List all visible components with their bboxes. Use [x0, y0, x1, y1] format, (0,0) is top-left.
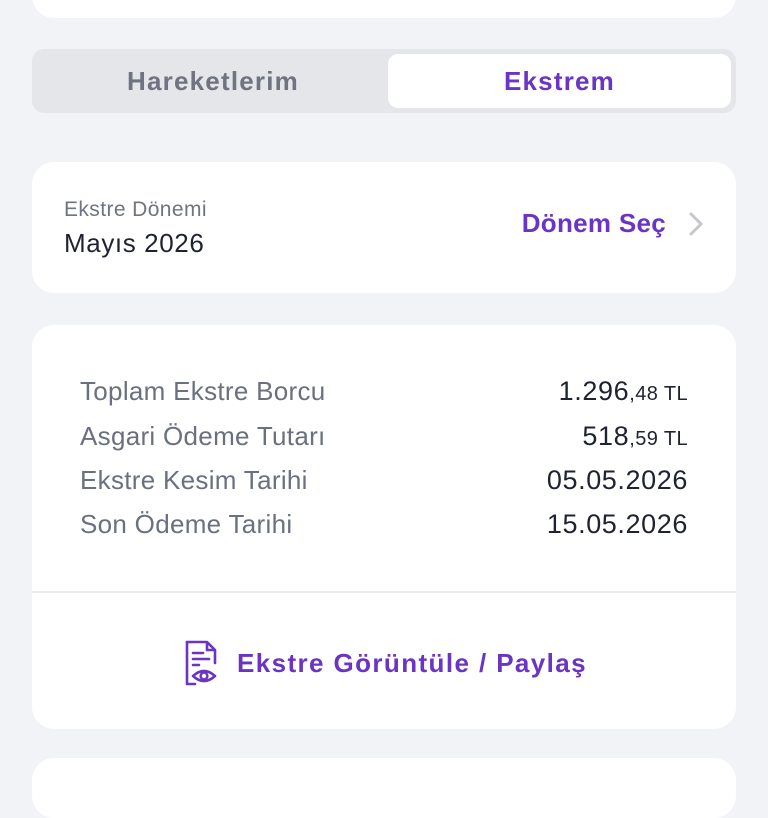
tab-ekstrem-label: Ekstrem — [503, 65, 616, 96]
minimum-payment-value-decimal: ,59 TL — [629, 427, 688, 450]
summary-row-due-date: Son Ödeme Tarihi 15.05.2026 — [80, 506, 688, 542]
statement-period-card: Ekstre Dönemi Mayıs 2026 Dönem Seç — [32, 162, 736, 293]
tab-hareketlerim[interactable]: Hareketlerim — [38, 54, 388, 108]
view-share-statement-label: Ekstre Görüntüle / Paylaş — [236, 647, 587, 678]
statement-date-label: Ekstre Kesim Tarihi — [80, 464, 308, 495]
chevron-right-icon — [689, 212, 703, 235]
next-card — [32, 758, 736, 818]
summary-divider — [32, 591, 736, 593]
view-share-statement-button[interactable]: Ekstre Görüntüle / Paylaş — [32, 637, 736, 689]
tab-hareketlerim-label: Hareketlerim — [127, 65, 299, 96]
statement-date-value-main: 05.05.2026 — [546, 464, 688, 495]
total-debt-label: Toplam Ekstre Borcu — [80, 375, 326, 406]
tab-ekstrem[interactable]: Ekstrem — [388, 54, 731, 108]
minimum-payment-label: Asgari Ödeme Tutarı — [80, 420, 326, 451]
minimum-payment-value-main: 518 — [582, 420, 630, 451]
statement-summary-card: Toplam Ekstre Borcu 1.296,48 TL Asgari Ö… — [32, 325, 736, 729]
document-view-icon — [185, 640, 217, 686]
select-period-button[interactable]: Dönem Seç — [522, 208, 704, 239]
summary-row-statement-date: Ekstre Kesim Tarihi 05.05.2026 — [80, 462, 688, 498]
total-debt-value-decimal: ,48 TL — [629, 382, 688, 405]
statement-date-value: 05.05.2026 — [547, 465, 688, 496]
previous-card — [32, 0, 736, 18]
select-period-label: Dönem Seç — [521, 208, 666, 238]
total-debt-value: 1.296,48 TL — [559, 376, 688, 407]
due-date-value: 15.05.2026 — [547, 509, 688, 540]
statement-period-value: Mayıs 2026 — [64, 228, 205, 258]
total-debt-value-main: 1.296 — [558, 375, 630, 406]
summary-row-minimum-payment: Asgari Ödeme Tutarı 518,59 TL — [80, 418, 688, 454]
summary-row-total-debt: Toplam Ekstre Borcu 1.296,48 TL — [80, 373, 688, 409]
statement-period-label: Ekstre Dönemi — [64, 198, 207, 221]
tab-switcher: Hareketlerim Ekstrem — [32, 49, 736, 113]
due-date-label: Son Ödeme Tarihi — [80, 508, 293, 539]
minimum-payment-value: 518,59 TL — [582, 421, 688, 452]
due-date-value-main: 15.05.2026 — [546, 508, 688, 539]
